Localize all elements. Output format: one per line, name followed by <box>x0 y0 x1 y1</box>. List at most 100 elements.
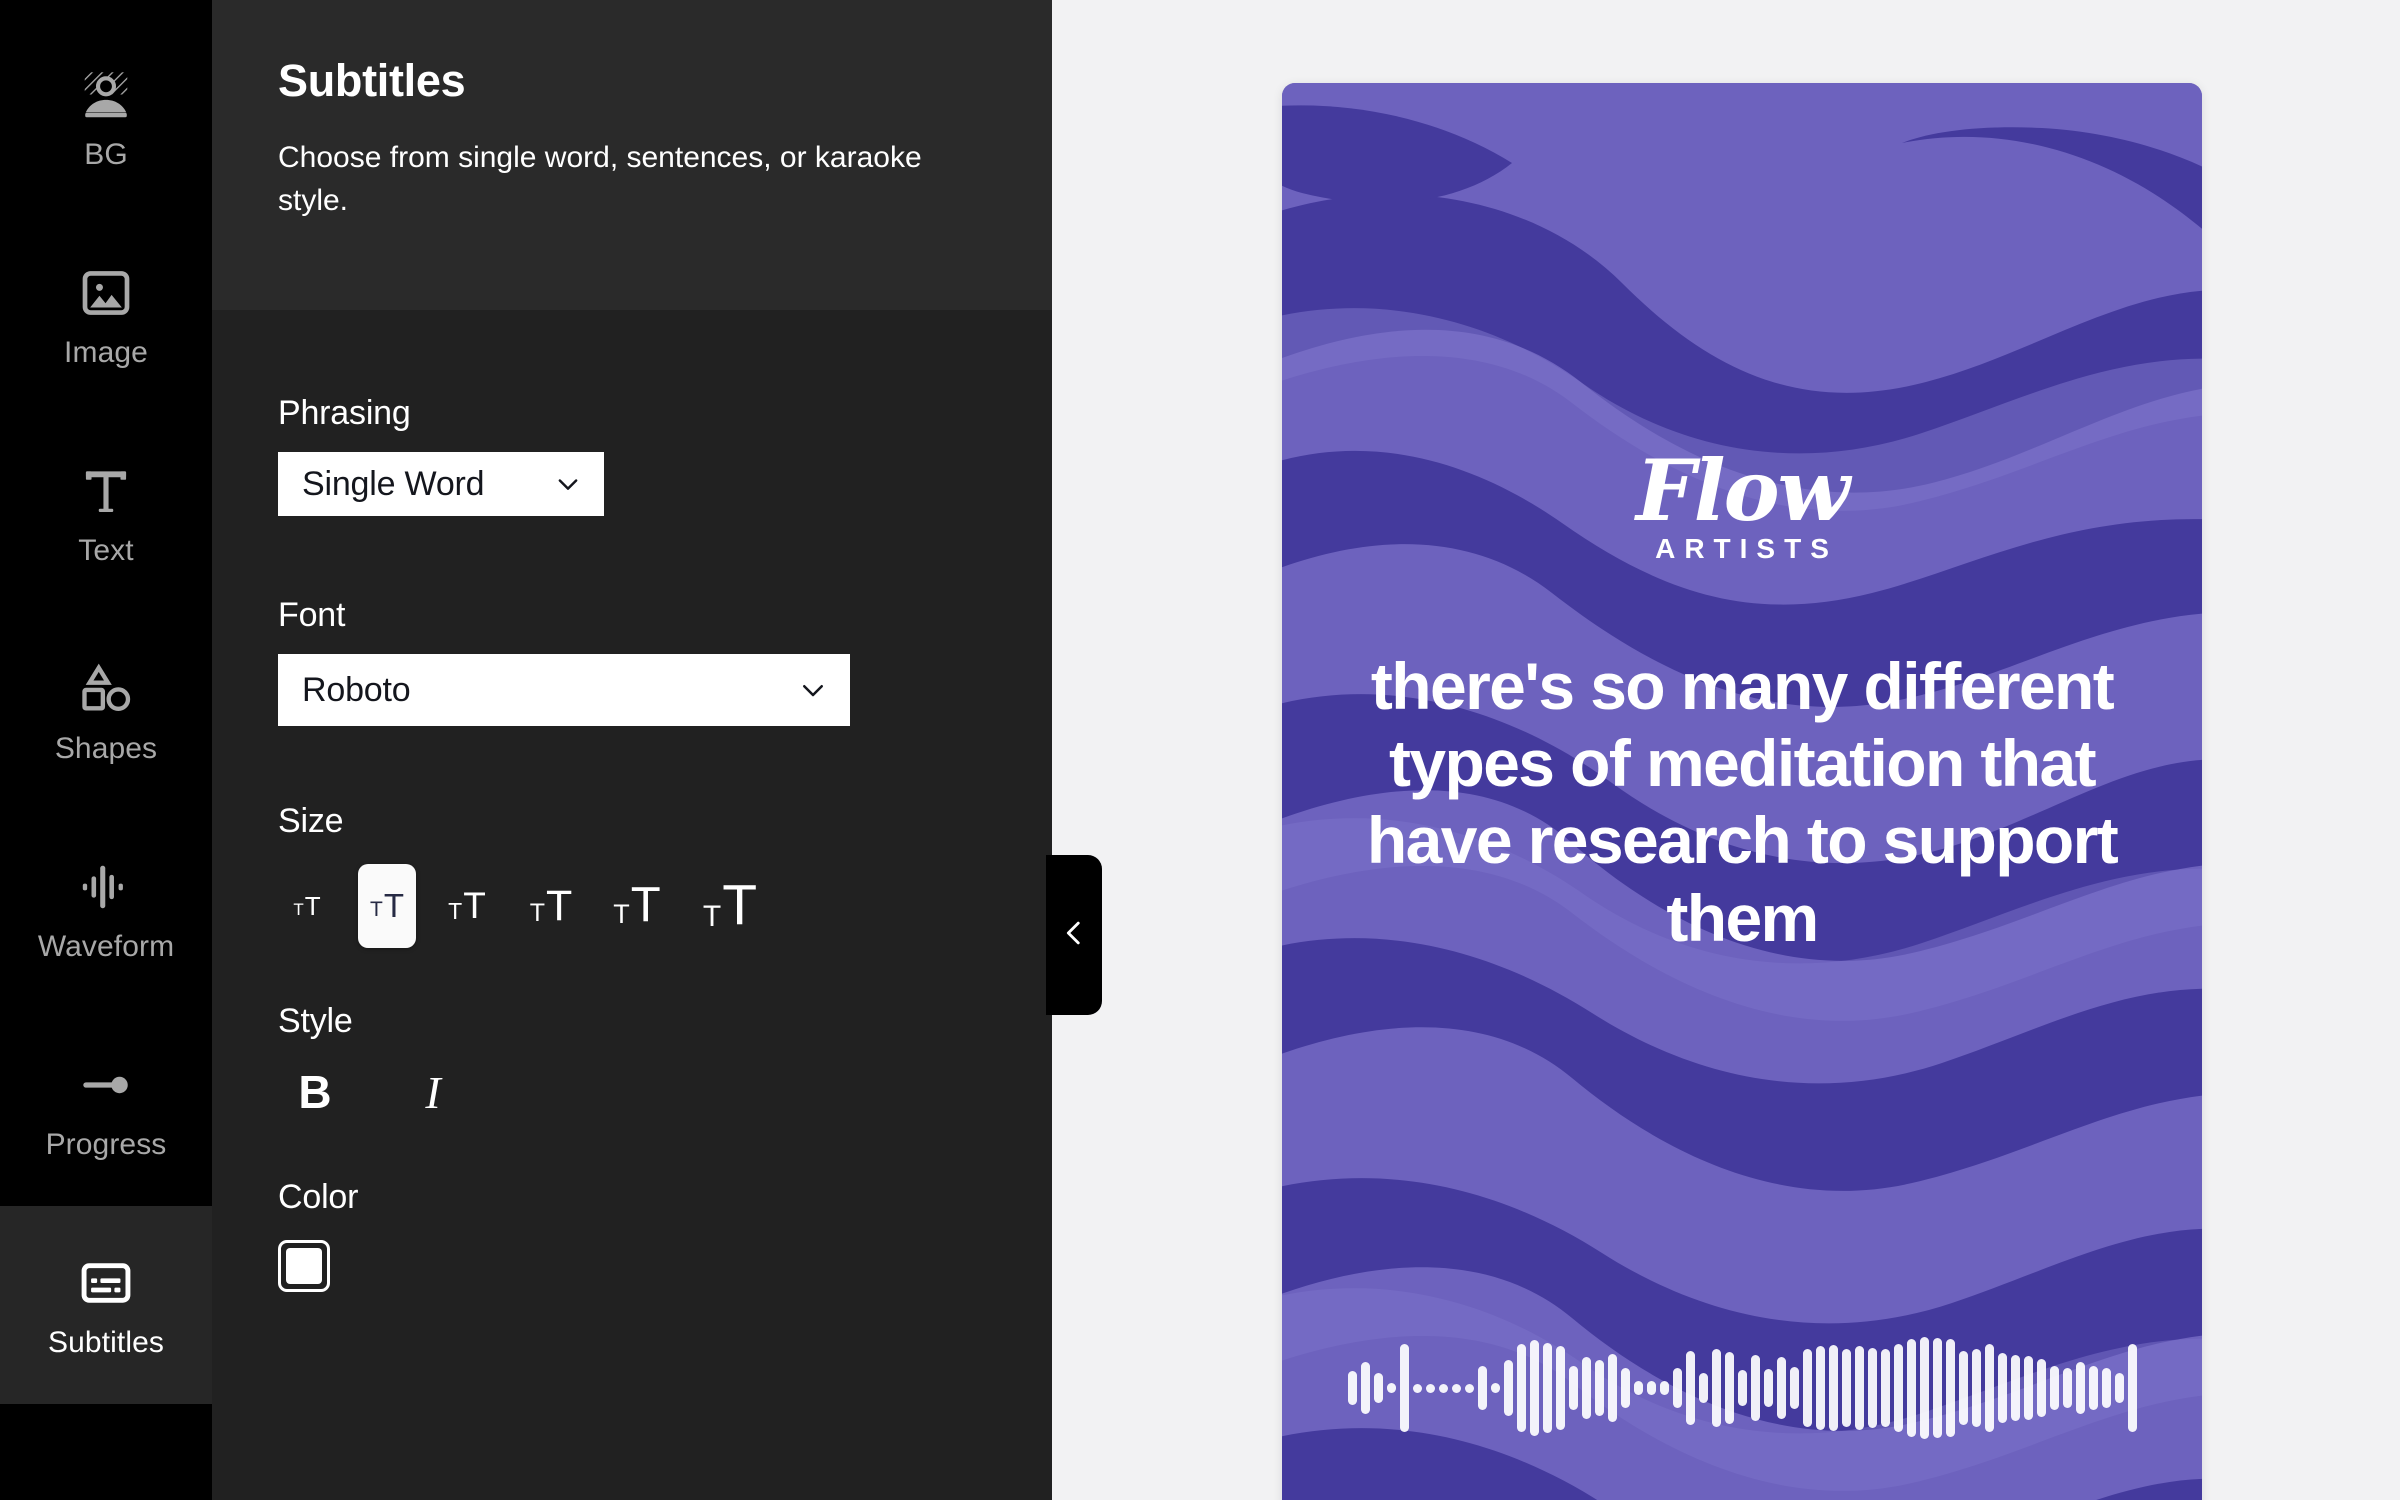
waveform-bar <box>1672 1368 1682 1408</box>
phrasing-select[interactable]: Single Word <box>278 452 604 516</box>
waveform-bar <box>2010 1355 2020 1421</box>
waveform-bar <box>2127 1344 2137 1432</box>
background-person-icon <box>75 64 137 126</box>
size-option-6[interactable]: TT <box>696 864 764 948</box>
waveform-bar <box>1477 1366 1487 1410</box>
font-select[interactable]: Roboto <box>278 654 850 726</box>
waveform-bar <box>1399 1344 1409 1432</box>
waveform-bar <box>1685 1351 1695 1425</box>
waveform-bar <box>1581 1357 1591 1419</box>
progress-slider-icon <box>75 1054 137 1116</box>
size-option-1[interactable]: TT <box>278 864 336 948</box>
brand-tagline: ARTISTS <box>1655 532 1838 564</box>
waveform-bar <box>1893 1344 1903 1432</box>
panel-header: Subtitles Choose from single word, sente… <box>212 0 1052 310</box>
waveform-bar <box>1425 1383 1435 1393</box>
audio-waveform <box>1282 1328 2202 1448</box>
size-glyph-small: T <box>448 898 463 925</box>
text-t-icon <box>75 460 137 522</box>
waveform-bar <box>1633 1381 1643 1395</box>
bold-button[interactable]: B <box>278 1060 352 1124</box>
style-options: B I <box>278 1060 986 1124</box>
chevron-left-icon <box>1057 916 1091 955</box>
size-glyph-small: T <box>293 899 304 919</box>
waveform-bar <box>1880 1349 1890 1427</box>
size-glyph: TT <box>293 890 321 921</box>
size-option-4[interactable]: TT <box>522 864 580 948</box>
size-glyph-large: T <box>463 885 486 927</box>
color-swatch-white[interactable] <box>278 1240 330 1292</box>
sidebar-item-progress[interactable]: Progress <box>0 1008 212 1206</box>
waveform-bar <box>2088 1366 2098 1410</box>
waveform-bar <box>1594 1360 1604 1416</box>
size-glyph: TT <box>448 885 486 927</box>
italic-button[interactable]: I <box>396 1060 470 1124</box>
page-title: Subtitles <box>278 55 466 106</box>
waveform-bar <box>1906 1339 1916 1437</box>
size-glyph-small: T <box>702 899 722 933</box>
waveform-bar <box>2075 1362 2085 1414</box>
waveform-bar <box>1451 1383 1461 1393</box>
size-field: Size TT TT TT TT TT T T <box>278 804 986 948</box>
sidebar-item-waveform[interactable]: Waveform <box>0 810 212 1008</box>
video-preview[interactable]: Flow ARTISTS there's so many different t… <box>1282 83 2202 1500</box>
waveform-bar <box>1607 1354 1617 1422</box>
waveform-bar <box>2114 1373 2124 1403</box>
sidebar-item-label: BG <box>84 138 128 171</box>
sidebar-item-subtitles[interactable]: Subtitles <box>0 1206 212 1404</box>
subtitles-icon <box>75 1252 137 1314</box>
shapes-icon <box>75 658 137 720</box>
subtitles-settings-panel: Subtitles Choose from single word, sente… <box>212 0 1052 1500</box>
sidebar-item-shapes[interactable]: Shapes <box>0 612 212 810</box>
subtitle-overlay-text: there's so many different types of medit… <box>1366 649 2119 955</box>
color-options <box>278 1240 986 1292</box>
waveform-bar <box>1386 1383 1396 1393</box>
sidebar-item-label: Image <box>64 336 148 369</box>
sidebar-item-text[interactable]: Text <box>0 414 212 612</box>
waveform-bar <box>1438 1383 1448 1393</box>
waveform-bar <box>1464 1383 1474 1393</box>
waveform-bar <box>1854 1346 1864 1430</box>
waveform-bar <box>1724 1352 1734 1424</box>
font-label: Font <box>278 596 346 634</box>
sidebar-item-image[interactable]: Image <box>0 216 212 414</box>
waveform-bar <box>1971 1349 1981 1427</box>
color-field: Color <box>278 1180 986 1292</box>
app-root: BG Image Text Shapes Waveform Progress S… <box>0 0 2400 1500</box>
waveform-bar <box>2049 1366 2059 1410</box>
style-field: Style B I <box>278 1004 986 1124</box>
waveform-bar <box>1659 1381 1669 1395</box>
waveform-bar <box>1360 1362 1370 1414</box>
color-swatch-fill <box>286 1248 322 1284</box>
waveform-bar <box>1698 1373 1708 1403</box>
waveform-icon <box>75 856 137 918</box>
waveform-bar <box>1737 1370 1747 1406</box>
size-glyph-large: T <box>546 881 573 930</box>
sidebar-item-bg[interactable]: BG <box>0 18 212 216</box>
phrasing-field: Phrasing Single Word <box>278 396 986 516</box>
image-icon <box>75 262 137 324</box>
waveform-bar <box>1373 1373 1383 1403</box>
size-option-3[interactable]: TT <box>438 864 496 948</box>
size-glyph-small: T <box>370 898 383 922</box>
size-option-5[interactable]: TT <box>608 864 666 948</box>
waveform-bar <box>2023 1356 2033 1420</box>
panel-body: Phrasing Single Word Font Roboto Size T … <box>212 396 1052 1292</box>
canvas-stage: Flow ARTISTS there's so many different t… <box>1052 0 2400 1500</box>
size-glyph-small: T <box>613 899 630 929</box>
waveform-bar <box>1763 1369 1773 1407</box>
waveform-bar <box>1802 1349 1812 1427</box>
waveform-bar <box>1815 1346 1825 1430</box>
waveform-bar <box>1776 1357 1786 1419</box>
collapse-panel-button[interactable] <box>1046 855 1102 1015</box>
sidebar-item-label: Subtitles <box>48 1326 164 1359</box>
size-glyph-large: T <box>304 890 321 921</box>
left-toolbar: BG Image Text Shapes Waveform Progress S… <box>0 0 212 1500</box>
size-glyph-large: T <box>630 878 661 933</box>
waveform-bar <box>1984 1344 1994 1432</box>
size-option-2[interactable]: TT <box>358 864 416 948</box>
waveform-bar <box>1932 1338 1942 1438</box>
size-options: TT TT TT TT TT TT <box>278 864 986 948</box>
waveform-bar <box>1529 1340 1539 1436</box>
chevron-down-icon <box>798 675 828 705</box>
